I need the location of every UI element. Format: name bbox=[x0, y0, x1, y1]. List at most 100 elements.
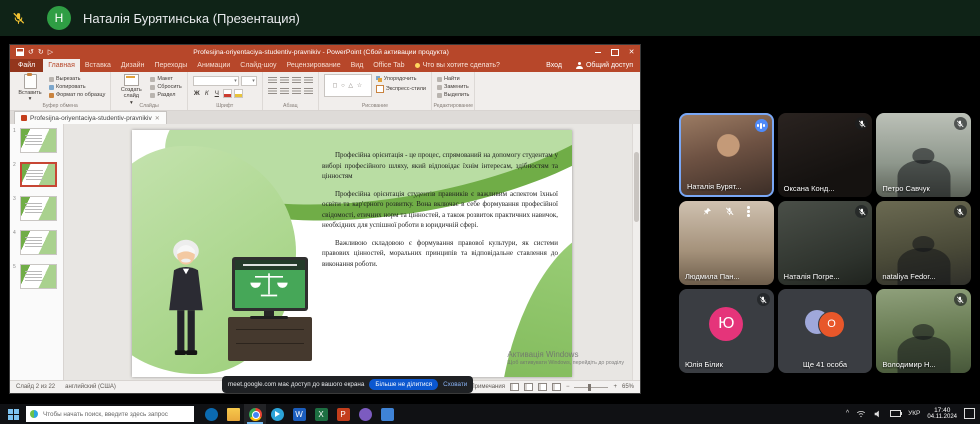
align-center-button[interactable] bbox=[279, 88, 289, 96]
participant-tile-petro[interactable]: Петро Савчук bbox=[876, 113, 971, 197]
tab-slideshow[interactable]: Слайд-шоу bbox=[235, 59, 281, 72]
overflow-tile-more-people[interactable]: О Ще 41 особа bbox=[777, 289, 873, 373]
quick-styles-button[interactable]: Экспресс-стили bbox=[375, 85, 426, 93]
numbered-list-button[interactable] bbox=[279, 77, 289, 85]
taskbar-search-box[interactable] bbox=[26, 406, 194, 422]
slide-sorter-view-button[interactable] bbox=[523, 383, 533, 391]
slide-canvas[interactable]: Професійна орієнтація - це процес, спрям… bbox=[64, 124, 640, 380]
line-spacing-button[interactable] bbox=[303, 77, 313, 85]
slideshow-view-button[interactable] bbox=[551, 383, 561, 391]
tab-home[interactable]: Главная bbox=[43, 59, 80, 72]
thumbnail-preview-selected[interactable] bbox=[20, 162, 57, 187]
tab-close-icon[interactable]: ✕ bbox=[155, 115, 160, 122]
copy-button[interactable]: Копировать bbox=[49, 84, 105, 90]
tab-design[interactable]: Дизайн bbox=[116, 59, 150, 72]
paste-button[interactable]: Вставить ▾ bbox=[15, 73, 45, 103]
tab-review[interactable]: Рецензирование bbox=[282, 59, 346, 72]
participant-tile-yuliya[interactable]: Ю Юлія Білик bbox=[679, 289, 774, 373]
hide-banner-button[interactable]: Сховати bbox=[443, 381, 467, 388]
stop-sharing-button[interactable]: Більше не ділитися bbox=[369, 379, 439, 390]
normal-view-button[interactable] bbox=[509, 383, 519, 391]
slide-thumbnail-1[interactable]: 1 bbox=[13, 128, 60, 153]
action-center-icon[interactable] bbox=[964, 408, 975, 420]
sign-in-button[interactable]: Вход bbox=[539, 59, 569, 72]
align-left-button[interactable] bbox=[267, 88, 277, 96]
justify-button[interactable] bbox=[303, 88, 313, 96]
app-edge[interactable] bbox=[200, 404, 222, 424]
participant-tile-nataliya-buryatynska[interactable]: Наталія Бурят... bbox=[679, 113, 774, 197]
language-switcher[interactable]: УКР bbox=[908, 410, 920, 417]
font-color-button[interactable] bbox=[222, 89, 232, 98]
thumbnail-preview[interactable] bbox=[20, 196, 57, 221]
zoom-percentage[interactable]: 65% bbox=[622, 384, 634, 390]
search-input[interactable] bbox=[41, 409, 190, 419]
app-chrome[interactable] bbox=[244, 404, 266, 424]
replace-button[interactable]: Заменить bbox=[437, 84, 469, 90]
font-name-combo[interactable]: ▾ bbox=[192, 76, 239, 86]
tab-animations[interactable]: Анимации bbox=[192, 59, 235, 72]
taskbar-clock[interactable]: 17:40 04.11.2024 bbox=[927, 407, 957, 422]
bold-button[interactable]: Ж bbox=[193, 90, 201, 97]
thumbnail-preview[interactable] bbox=[20, 128, 57, 153]
speaker-icon[interactable] bbox=[873, 409, 883, 419]
participant-tile-nataliya-pohre[interactable]: Наталія Погре... bbox=[777, 201, 873, 285]
reset-button[interactable]: Сбросить bbox=[150, 84, 182, 90]
tell-me-box[interactable]: Что вы хотите сделать? bbox=[410, 59, 505, 72]
app-file-explorer[interactable] bbox=[222, 404, 244, 424]
app-telegram[interactable] bbox=[266, 404, 288, 424]
thumbnail-preview[interactable] bbox=[20, 264, 57, 289]
format-painter-button[interactable]: Формат по образцу bbox=[49, 92, 105, 98]
participant-tile-volodymyr[interactable]: Володимир Н... bbox=[876, 289, 971, 373]
battery-icon[interactable] bbox=[890, 410, 903, 418]
share-button[interactable]: Общий доступ bbox=[569, 59, 640, 72]
pin-icon[interactable] bbox=[703, 207, 712, 216]
canvas-scrollbar[interactable] bbox=[632, 124, 640, 380]
align-right-button[interactable] bbox=[291, 88, 301, 96]
app-excel[interactable]: X bbox=[310, 404, 332, 424]
new-slide-button[interactable]: Создать слайд ▾ bbox=[116, 74, 146, 106]
slide-thumbnail-5[interactable]: 5 bbox=[13, 264, 60, 289]
highlight-color-button[interactable] bbox=[233, 89, 243, 98]
mic-off-icon[interactable] bbox=[725, 207, 734, 216]
find-button[interactable]: Найти bbox=[437, 76, 469, 82]
tab-office-tab[interactable]: Office Tab bbox=[368, 59, 409, 72]
shapes-gallery[interactable]: ◻ ○ △ ☆ bbox=[323, 74, 372, 97]
participant-tile-nataliya-fedor[interactable]: nataliya Fedor... bbox=[876, 201, 971, 285]
tab-transitions[interactable]: Переходы bbox=[149, 59, 192, 72]
close-button[interactable]: ✕ bbox=[623, 45, 640, 59]
minimize-button[interactable] bbox=[589, 45, 606, 59]
tab-view[interactable]: Вид bbox=[346, 59, 369, 72]
arrange-button[interactable]: Упорядочить bbox=[375, 76, 426, 82]
app-powerpoint[interactable]: P bbox=[332, 404, 354, 424]
start-button[interactable] bbox=[0, 404, 26, 424]
thumbnail-preview[interactable] bbox=[20, 230, 57, 255]
layout-button[interactable]: Макет bbox=[150, 76, 181, 82]
slide-thumbnail-2[interactable]: 2 bbox=[13, 162, 60, 187]
section-button[interactable]: Раздел bbox=[150, 92, 181, 98]
cut-button[interactable]: Вырезать bbox=[49, 76, 105, 82]
maximize-button[interactable] bbox=[606, 45, 623, 59]
zoom-slider[interactable] bbox=[574, 383, 609, 391]
slide-thumbnail-4[interactable]: 4 bbox=[13, 230, 60, 255]
bullet-list-button[interactable] bbox=[267, 77, 277, 85]
document-tab[interactable]: Profesijna-oriyentaciya-studentiv-pravni… bbox=[14, 111, 167, 124]
undo-icon[interactable]: ↺ bbox=[28, 49, 34, 56]
save-icon[interactable] bbox=[16, 48, 24, 56]
reading-view-button[interactable] bbox=[537, 383, 547, 391]
zoom-out-button[interactable]: − bbox=[566, 384, 570, 390]
underline-button[interactable]: Ч bbox=[213, 90, 221, 97]
zoom-slider-knob[interactable] bbox=[588, 383, 592, 391]
wifi-icon[interactable] bbox=[856, 409, 866, 419]
current-slide[interactable]: Професійна орієнтація - це процес, спрям… bbox=[132, 130, 572, 377]
indent-button[interactable] bbox=[291, 77, 301, 85]
tab-insert[interactable]: Вставка bbox=[80, 59, 116, 72]
zoom-in-button[interactable]: + bbox=[613, 384, 617, 390]
select-button[interactable]: Выделить bbox=[437, 92, 469, 98]
app-photos[interactable] bbox=[376, 404, 398, 424]
language-indicator[interactable]: английский (США) bbox=[65, 384, 116, 390]
tab-file[interactable]: Файл bbox=[10, 59, 44, 72]
app-viber[interactable] bbox=[354, 404, 376, 424]
tray-expand-icon[interactable]: ^ bbox=[846, 410, 849, 417]
more-options-icon[interactable] bbox=[747, 206, 750, 217]
app-word[interactable]: W bbox=[288, 404, 310, 424]
